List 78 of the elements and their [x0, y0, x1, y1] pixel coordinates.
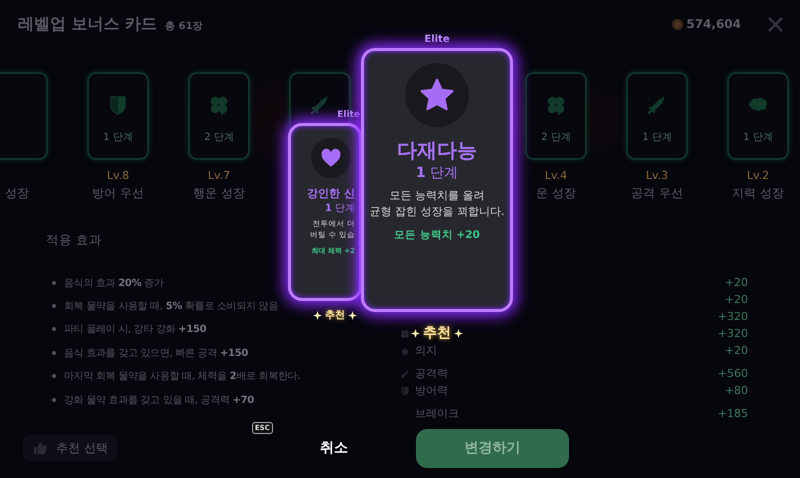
bonus-card[interactable]: 1 단계: [626, 72, 688, 160]
stat-value: +320: [718, 310, 748, 323]
bullet-icon: [52, 398, 56, 402]
recommend-button[interactable]: 추천 선택: [23, 435, 118, 461]
cancel-button[interactable]: 취소: [316, 437, 352, 459]
card-name: 성장: [5, 185, 29, 202]
bullet-icon: [52, 304, 56, 308]
bonus-card[interactable]: 1 단계: [87, 72, 149, 160]
stat-value: +560: [718, 367, 748, 380]
heart-icon: [320, 147, 342, 169]
card-stage: 1 단계: [416, 164, 458, 182]
stat-value: +20: [724, 276, 748, 289]
card-stage: 2 단계: [204, 131, 234, 144]
card-count: 총 61장: [165, 20, 203, 32]
card-level: Lv.4: [544, 169, 568, 183]
effect-text: 강화 물약 효과를 갖고 있을 때, 공격력 +70: [64, 394, 254, 407]
effect-text: 음식 효과를 갖고 있으면, 빠른 공격 +150: [64, 346, 248, 360]
sword-icon: [400, 368, 410, 378]
stat-value: +185: [718, 407, 748, 420]
clover-icon: [208, 94, 230, 116]
effect-text: 마지막 회복 물약을 사용할 때, 체력을 2배로 회복한다.: [64, 370, 300, 384]
recommend-label: 추천: [423, 324, 451, 342]
bonus-card[interactable]: 2 단계: [525, 72, 587, 160]
card-description: 모든 능력치를 올려 균형 잡힌 성장을 꾀합니다.: [370, 188, 504, 220]
bonus-card[interactable]: 1 단계: [727, 72, 789, 160]
section-title: 적용 효과: [46, 232, 102, 249]
stat-name: 브레이크: [415, 406, 459, 421]
stat-value: +20: [724, 293, 748, 306]
card-dialog[interactable]: 다재다능 1 단계 모든 능력치를 올려 균형 잡힌 성장을 꾀합니다. 모든 능력치 +20: [361, 48, 513, 312]
card-name: 공격 우선: [631, 185, 683, 202]
card-name: 운 성장: [536, 185, 576, 202]
bullet-icon: [52, 280, 56, 285]
card-stage: 1 단계: [324, 202, 355, 215]
bullet-icon: [52, 374, 56, 378]
card-stage: 1 단계: [642, 131, 672, 144]
shield-icon: [400, 386, 410, 396]
coin-amount: 574,604: [686, 17, 741, 31]
clover-icon: [545, 94, 567, 116]
stat-value: +320: [718, 327, 748, 340]
star-icon: [419, 77, 455, 113]
card-level: Lv.8: [106, 169, 130, 183]
stat-name: 공격력: [415, 366, 448, 381]
card-bonus: 모든 능력치 +20: [394, 228, 480, 242]
stat-value: +20: [724, 344, 748, 357]
tier-label: Elite: [424, 34, 450, 45]
sparkle-icon: [411, 328, 420, 338]
bonus-card[interactable]: 2 단계: [188, 72, 250, 160]
card-title: 강인한 신: [307, 186, 355, 201]
stat-name: 방어력: [415, 383, 448, 398]
confirm-button[interactable]: 변경하기: [416, 428, 569, 468]
thumbs-up-icon: [33, 441, 47, 455]
card-name: 행운 성장: [193, 185, 245, 202]
card-level: Lv.7: [208, 169, 230, 183]
card-stage: 1 단계: [743, 131, 773, 144]
stat-name: 의지: [415, 343, 437, 358]
coin-icon: [672, 18, 684, 30]
stat-value: +80: [724, 384, 748, 397]
card-name: 지력 성장: [732, 185, 784, 202]
recommend-label: 추천: [325, 309, 345, 322]
effect-text: 파티 플레이 시, 강타 강화 +150: [64, 323, 206, 336]
bullet-icon: [52, 327, 56, 332]
close-icon: [767, 16, 784, 32]
sparkle-icon: [454, 328, 463, 338]
sparkle-icon: [313, 310, 322, 320]
flame-icon: [400, 346, 410, 356]
bullet-icon: [52, 350, 56, 355]
card-level: Lv.3: [646, 169, 668, 183]
card-title: 다재다능: [397, 137, 477, 164]
card-stage: 2 단계: [541, 131, 571, 144]
card-stage: 1 단계: [103, 131, 133, 144]
card-name: 방어 우선: [92, 185, 144, 202]
page-title: 레벨업 보너스 카드: [18, 14, 158, 34]
card-level: Lv.2: [746, 169, 770, 183]
effect-text: 음식의 효과 20% 증가: [64, 276, 164, 290]
sparkle-icon: [348, 310, 357, 320]
effect-text: 회복 물약을 사용할 때, 5% 확률로 소비되지 않음: [64, 300, 278, 314]
clover-icon: [400, 328, 410, 338]
tier-label: Elite: [337, 110, 360, 120]
